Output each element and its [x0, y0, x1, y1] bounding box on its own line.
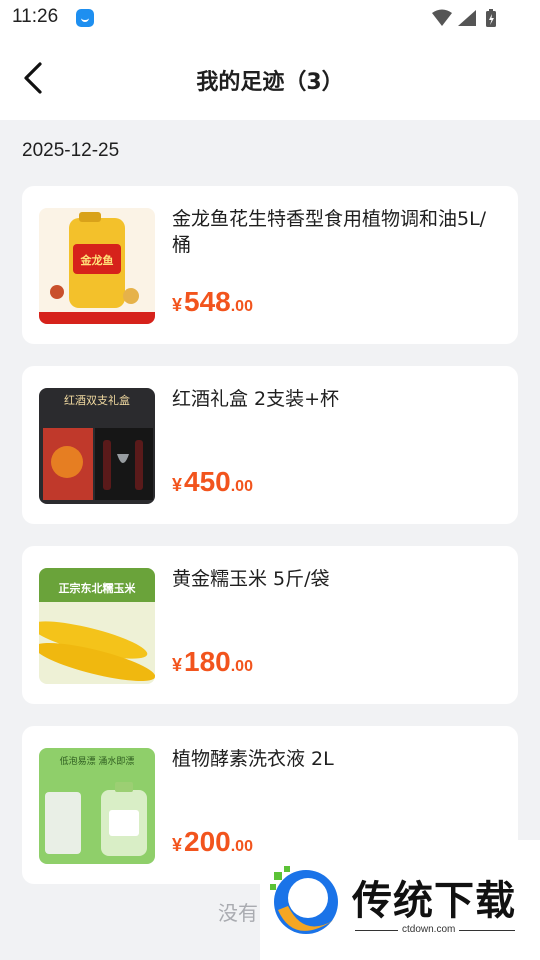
watermark-text: 传统下载: [352, 878, 516, 924]
price-decimal: .00: [230, 658, 253, 675]
price-decimal: .00: [230, 478, 253, 495]
product-name[interactable]: 红酒礼盒 2支装+杯: [172, 386, 502, 412]
product-thumbnail[interactable]: 正宗东北糯玉米: [39, 568, 155, 684]
currency-symbol: ¥: [172, 655, 183, 675]
page-title: 我的足迹（3）: [196, 70, 344, 95]
product-price: ¥450.00: [172, 466, 253, 498]
status-time: 11:26: [12, 6, 59, 27]
price-integer: 180: [184, 646, 231, 677]
product-name[interactable]: 植物酵素洗衣液 2L: [172, 746, 502, 772]
product-price: ¥180.00: [172, 646, 253, 678]
price-decimal: .00: [230, 838, 253, 855]
end-of-list-text: 没有: [218, 901, 258, 925]
price-integer: 548: [184, 286, 231, 317]
cellular-signal-icon: [458, 10, 476, 26]
product-thumbnail[interactable]: 金龙鱼: [39, 208, 155, 324]
watermark: 传统下载 ctdown.com: [260, 840, 540, 960]
product-thumbnail[interactable]: 红酒双支礼盒: [39, 388, 155, 504]
product-name[interactable]: 金龙鱼花生特香型食用植物调和油5L/桶: [172, 206, 502, 258]
product-price: ¥548.00: [172, 286, 253, 318]
product-thumbnail[interactable]: 低泡易漂 涌水即漂: [39, 748, 155, 864]
thumb-brand-text: 金龙鱼: [80, 253, 114, 267]
price-integer: 450: [184, 466, 231, 497]
nav-bar: 我的足迹（3）: [0, 36, 540, 120]
product-card[interactable]: 红酒双支礼盒 红酒礼盒 2支装+杯 ¥450.00: [22, 366, 518, 524]
thumb-title-text: 正宗东北糯玉米: [59, 581, 137, 595]
thumb-title-text: 低泡易漂 涌水即漂: [60, 755, 135, 767]
product-card[interactable]: 正宗东北糯玉米 黄金糯玉米 5斤/袋 ¥180.00: [22, 546, 518, 704]
date-group-label: 2025-12-25: [22, 140, 120, 161]
watermark-logo-icon: [270, 866, 338, 934]
watermark-url-text: ctdown.com: [398, 924, 460, 935]
app-notification-icon: [76, 9, 94, 27]
price-integer: 200: [184, 826, 231, 857]
thumb-title-text: 红酒双支礼盒: [64, 393, 130, 407]
status-bar: 11:26: [0, 0, 540, 36]
product-name[interactable]: 黄金糯玉米 5斤/袋: [172, 566, 502, 592]
price-decimal: .00: [230, 298, 253, 315]
currency-symbol: ¥: [172, 475, 183, 495]
system-status-icons: [432, 9, 496, 27]
wifi-icon: [432, 9, 452, 26]
product-price: ¥200.00: [172, 826, 253, 858]
watermark-url: ctdown.com: [260, 924, 540, 935]
currency-symbol: ¥: [172, 295, 183, 315]
currency-symbol: ¥: [172, 835, 183, 855]
product-card[interactable]: 金龙鱼 金龙鱼花生特香型食用植物调和油5L/桶 ¥548.00: [22, 186, 518, 344]
